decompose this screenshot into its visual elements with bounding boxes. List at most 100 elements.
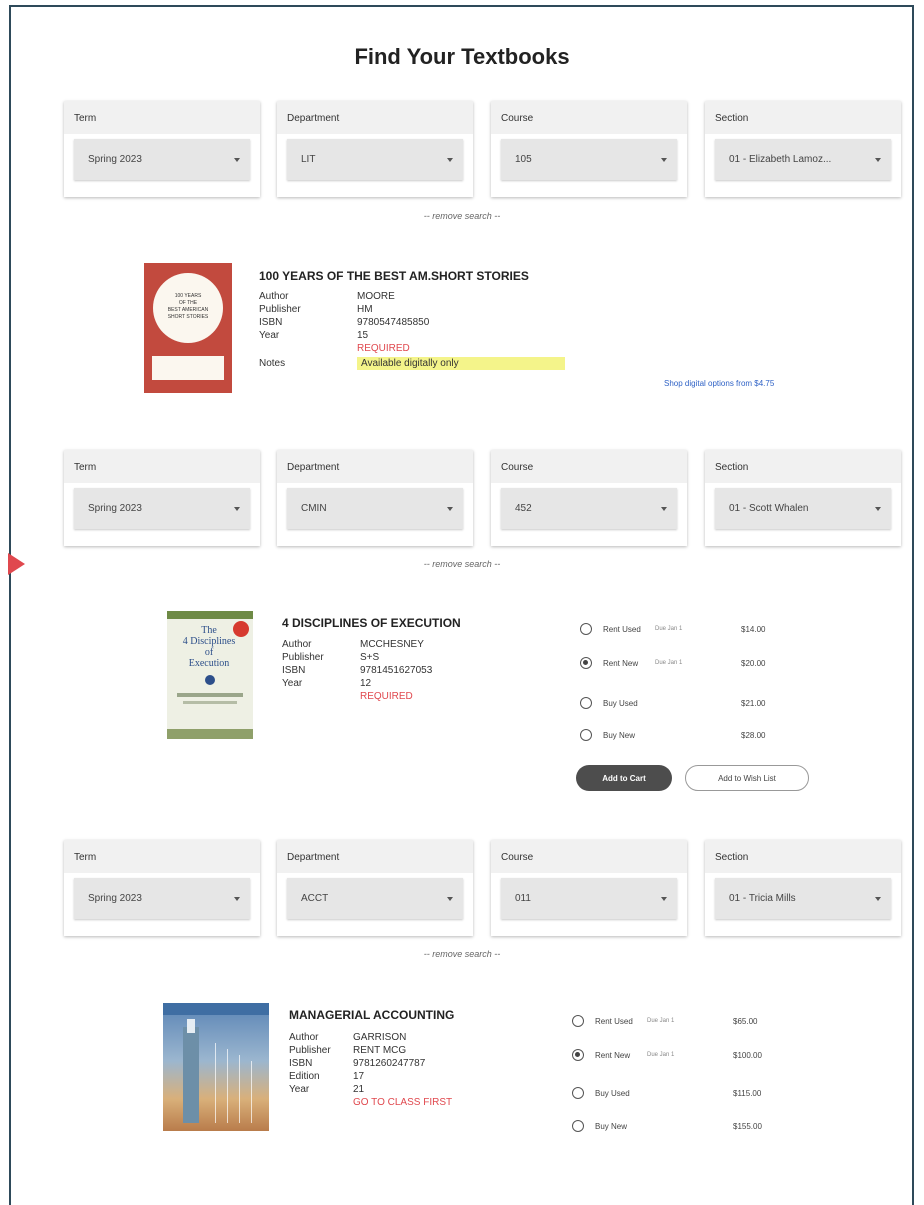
option-label: Buy Used	[595, 1088, 630, 1098]
term-dropdown[interactable]: Spring 2023	[74, 139, 250, 180]
course-select-card: Course 452	[491, 450, 687, 546]
author-value: MCCHESNEY	[360, 639, 424, 650]
chevron-down-icon	[447, 506, 453, 511]
option-rent-new[interactable]: Rent New Due Jan 1 $100.00	[572, 1049, 793, 1061]
author-label: Author	[259, 291, 289, 302]
radio-button[interactable]	[580, 697, 592, 709]
cover-line	[215, 1043, 216, 1123]
status-badge: REQUIRED	[357, 343, 410, 354]
author-value: MOORE	[357, 291, 395, 302]
option-buy-new[interactable]: Buy New $28.00	[580, 729, 801, 741]
section-dropdown[interactable]: 01 - Scott Whalen	[715, 488, 891, 529]
term-select-card: Term Spring 2023	[64, 101, 260, 197]
term-dropdown[interactable]: Spring 2023	[74, 878, 250, 919]
course-dropdown[interactable]: 452	[501, 488, 677, 529]
department-dropdown[interactable]: CMIN	[287, 488, 463, 529]
year-value: 15	[357, 330, 369, 341]
option-rent-used[interactable]: Rent Used Due Jan 1 $65.00	[572, 1015, 793, 1027]
option-label: Buy New	[603, 730, 636, 740]
department-label: Department	[277, 840, 473, 873]
remove-search-link[interactable]: -- remove search --	[0, 949, 924, 959]
department-select-card: Department LIT	[277, 101, 473, 197]
cover-text: 4 Disciplines	[182, 636, 236, 647]
notes-label: Notes	[259, 358, 286, 369]
cover-text: SHORT STORIES	[167, 314, 209, 320]
remove-search-link[interactable]: -- remove search --	[0, 211, 924, 221]
option-rent-new[interactable]: Rent New Due Jan 1 $20.00	[580, 657, 801, 669]
radio-button[interactable]	[572, 1120, 584, 1132]
chevron-down-icon	[234, 896, 240, 901]
chevron-down-icon	[234, 157, 240, 162]
publisher-label: Publisher	[259, 304, 301, 315]
shop-digital-link[interactable]: Shop digital options from $4.75	[664, 379, 774, 388]
option-rent-used[interactable]: Rent Used Due Jan 1 $14.00	[580, 623, 801, 635]
chevron-down-icon	[447, 896, 453, 901]
add-to-cart-button[interactable]: Add to Cart	[576, 765, 672, 791]
status-badge: REQUIRED	[360, 691, 413, 702]
option-note: Due Jan 1	[655, 626, 683, 632]
year-value: 12	[360, 678, 372, 689]
cover-tower	[183, 1027, 199, 1123]
section-select-card: Section 01 - Tricia Mills	[705, 840, 901, 936]
option-buy-used[interactable]: Buy Used $21.00	[580, 697, 801, 709]
cover-text: The	[201, 625, 217, 636]
year-label: Year	[259, 330, 280, 341]
course-dropdown[interactable]: 011	[501, 878, 677, 919]
radio-button[interactable]	[572, 1049, 584, 1061]
department-select-card: Department ACCT	[277, 840, 473, 936]
option-price: $100.00	[733, 1050, 762, 1060]
term-label: Term	[64, 450, 260, 483]
remove-search-link[interactable]: -- remove search --	[0, 559, 924, 569]
book-cover-image: 100 YEARS OF THE BEST AMERICAN SHORT STO…	[144, 263, 232, 393]
book-cover-image	[163, 1003, 269, 1131]
term-dropdown[interactable]: Spring 2023	[74, 488, 250, 529]
term-label: Term	[64, 840, 260, 873]
cover-band	[152, 356, 224, 380]
cover-circle: 100 YEARS OF THE BEST AMERICAN SHORT STO…	[153, 273, 223, 343]
option-price: $115.00	[733, 1088, 762, 1098]
edition-value: 17	[353, 1071, 365, 1082]
option-buy-used[interactable]: Buy Used $115.00	[572, 1087, 793, 1099]
isbn-label: ISBN	[259, 317, 283, 328]
cover-title-text: The 4 Disciplines of Execution	[173, 625, 245, 669]
chevron-down-icon	[875, 157, 881, 162]
radio-button[interactable]	[572, 1015, 584, 1027]
option-buy-new[interactable]: Buy New $155.00	[572, 1120, 793, 1132]
book-details: Author GARRISON Publisher RENT MCG ISBN 978…	[289, 1031, 452, 1133]
year-value: 21	[353, 1084, 365, 1095]
option-label: Rent Used	[595, 1016, 633, 1026]
cover-text: 100 YEARS	[174, 293, 202, 299]
radio-button[interactable]	[580, 729, 592, 741]
publisher-label: Publisher	[282, 652, 324, 663]
chevron-down-icon	[875, 506, 881, 511]
notes-value: Available digitally only	[357, 357, 565, 370]
chevron-down-icon	[661, 896, 667, 901]
radio-button[interactable]	[572, 1087, 584, 1099]
department-dropdown[interactable]: ACCT	[287, 878, 463, 919]
option-price: $155.00	[733, 1121, 762, 1131]
book-details: Author MOORE Publisher HM ISBN 978054748585…	[259, 290, 565, 370]
course-dropdown[interactable]: 105	[501, 139, 677, 180]
status-badge: GO TO CLASS FIRST	[353, 1097, 453, 1108]
book-title: 4 DISCIPLINES OF EXECUTION	[282, 616, 461, 630]
book-title: MANAGERIAL ACCOUNTING	[289, 1008, 455, 1022]
book-title: 100 YEARS OF THE BEST AM.SHORT STORIES	[259, 269, 529, 283]
option-price: $14.00	[741, 624, 766, 634]
section-dropdown[interactable]: 01 - Tricia Mills	[715, 878, 891, 919]
radio-button[interactable]	[580, 657, 592, 669]
course-value: 011	[515, 893, 531, 904]
chevron-down-icon	[234, 506, 240, 511]
cover-band	[163, 1003, 269, 1015]
section-value: 01 - Scott Whalen	[729, 503, 809, 514]
option-price: $20.00	[741, 658, 766, 668]
add-to-wish-list-button[interactable]: Add to Wish List	[685, 765, 809, 791]
section-dropdown[interactable]: 01 - Elizabeth Lamoz...	[715, 139, 891, 180]
department-dropdown[interactable]: LIT	[287, 139, 463, 180]
radio-button[interactable]	[580, 623, 592, 635]
department-label: Department	[277, 101, 473, 134]
cover-line	[239, 1055, 240, 1123]
course-label: Course	[491, 450, 687, 483]
section-label: Section	[705, 450, 901, 483]
section-select-card: Section 01 - Scott Whalen	[705, 450, 901, 546]
edition-label: Edition	[289, 1071, 320, 1082]
